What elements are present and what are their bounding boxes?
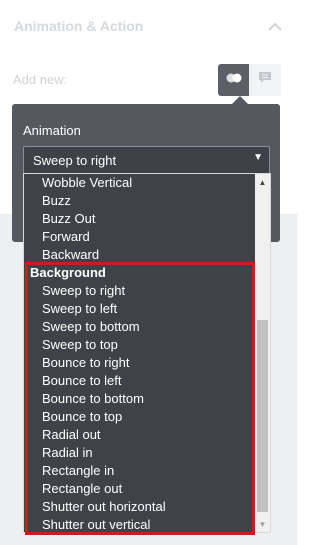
animation-select[interactable]: Sweep to right ▼ [23,146,270,174]
dropdown-option[interactable]: Sweep to bottom [24,318,256,336]
dropdown-option[interactable]: Sweep to right [24,282,256,300]
option-group-label: Background [30,265,106,280]
popover-title: Animation [23,123,81,138]
dropdown-option[interactable]: Bounce to right [24,354,256,372]
panel-title: Animation & Action [14,18,144,34]
dropdown-option[interactable]: Shutter out horizontal [24,498,256,516]
dropdown-option[interactable]: Forward [24,228,256,246]
scroll-up-arrow-icon[interactable]: ▲ [255,174,270,190]
scrollbar-thumb[interactable] [257,320,268,512]
animation-toggle-icon [225,71,243,89]
dropdown-option[interactable]: Sweep to left [24,300,256,318]
dropdown-option[interactable]: Rectangle in [24,462,256,480]
popover-caret [232,96,248,104]
dropdown-arrow-icon: ▼ [253,152,263,163]
dropdown-option[interactable]: Radial out [24,426,256,444]
dropdown-option[interactable]: Rectangle out [24,480,256,498]
add-action-button[interactable] [249,64,281,96]
dropdown-scrollbar[interactable]: ▲ ▼ [255,174,270,532]
add-new-button-group [218,64,281,96]
chat-action-icon [258,71,272,89]
option-list: Wobble Vertical Buzz Buzz Out Forward Backwa… [24,174,256,532]
dropdown-option[interactable]: Bounce to bottom [24,390,256,408]
dropdown-option[interactable]: Buzz Out [24,210,256,228]
add-animation-button[interactable] [218,64,249,96]
chevron-up-icon[interactable] [267,18,283,34]
add-new-row: Add new: [0,64,297,98]
panel-header[interactable]: Animation & Action [0,0,297,52]
scroll-down-arrow-icon[interactable]: ▼ [255,516,270,532]
dropdown-option[interactable]: Wobble Vertical [24,174,256,192]
select-value: Sweep to right [33,153,117,168]
dropdown-option[interactable]: Bounce to top [24,408,256,426]
dropdown-option[interactable]: Buzz [24,192,256,210]
dropdown-option[interactable]: Shutter out vertical [24,516,256,532]
dropdown-option[interactable]: Bounce to left [24,372,256,390]
dropdown-option[interactable]: Sweep to top [24,336,256,354]
animation-dropdown-list[interactable]: Wobble Vertical Buzz Buzz Out Forward Backwa… [23,173,271,533]
dropdown-option[interactable]: Backward [24,246,256,264]
dropdown-option[interactable]: Radial in [24,444,256,462]
add-new-label: Add new: [13,72,68,87]
